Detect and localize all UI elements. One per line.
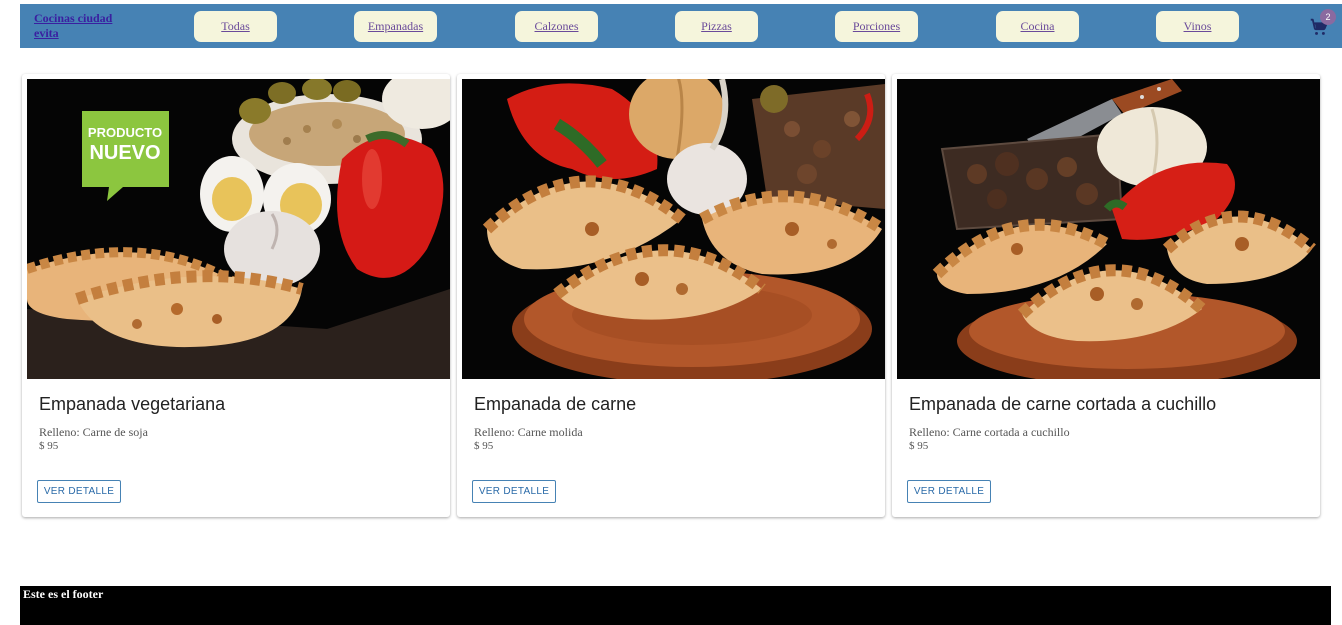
footer-text: Este es el footer [23,587,104,601]
badge-text-line1: PRODUCTO [88,125,162,140]
navbar: Cocinas ciudad evita Todas Empanadas Cal… [20,4,1342,48]
nav-item-todas[interactable]: Todas [194,11,277,42]
nav-item-cocina[interactable]: Cocina [996,11,1079,42]
product-title: Empanada de carne [474,394,637,414]
nav-item-empanadas[interactable]: Empanadas [354,11,437,42]
product-title: Empanada vegetariana [39,394,226,414]
nav-item-pizzas[interactable]: Pizzas [675,11,758,42]
nav-item-porciones[interactable]: Porciones [835,11,918,42]
product-image-empanada-cortada-a-cuchillo [897,79,1320,379]
product-description: Relleno: Carne de soja [39,425,148,439]
product-card: Empanada de carne Relleno: Carne molida … [457,74,885,517]
product-image-empanada-vegetariana: PRODUCTO NUEVO [27,79,450,379]
product-description: Relleno: Carne cortada a cuchillo [909,425,1070,439]
footer: Este es el footer [20,586,1331,625]
nav-item-calzones[interactable]: Calzones [515,11,598,42]
product-description: Relleno: Carne molida [474,425,583,439]
view-detail-button[interactable]: VER DETALLE [907,480,991,503]
product-price: $ 95 [39,440,59,452]
view-detail-button[interactable]: VER DETALLE [37,480,121,503]
brand-link[interactable]: Cocinas ciudad evita [34,11,124,41]
product-price: $ 95 [909,440,929,452]
product-card: Empanada de carne cortada a cuchillo Rel… [892,74,1320,517]
view-detail-button[interactable]: VER DETALLE [472,480,556,503]
product-card: PRODUCTO NUEVO Empanada vegetariana Rell… [22,74,450,517]
product-image-empanada-de-carne [462,79,885,379]
product-price: $ 95 [474,440,494,452]
cart-count-badge: 2 [1320,9,1336,25]
nav-item-vinos[interactable]: Vinos [1156,11,1239,42]
badge-text-line2: NUEVO [89,142,160,164]
product-title: Empanada de carne cortada a cuchillo [909,394,1217,414]
